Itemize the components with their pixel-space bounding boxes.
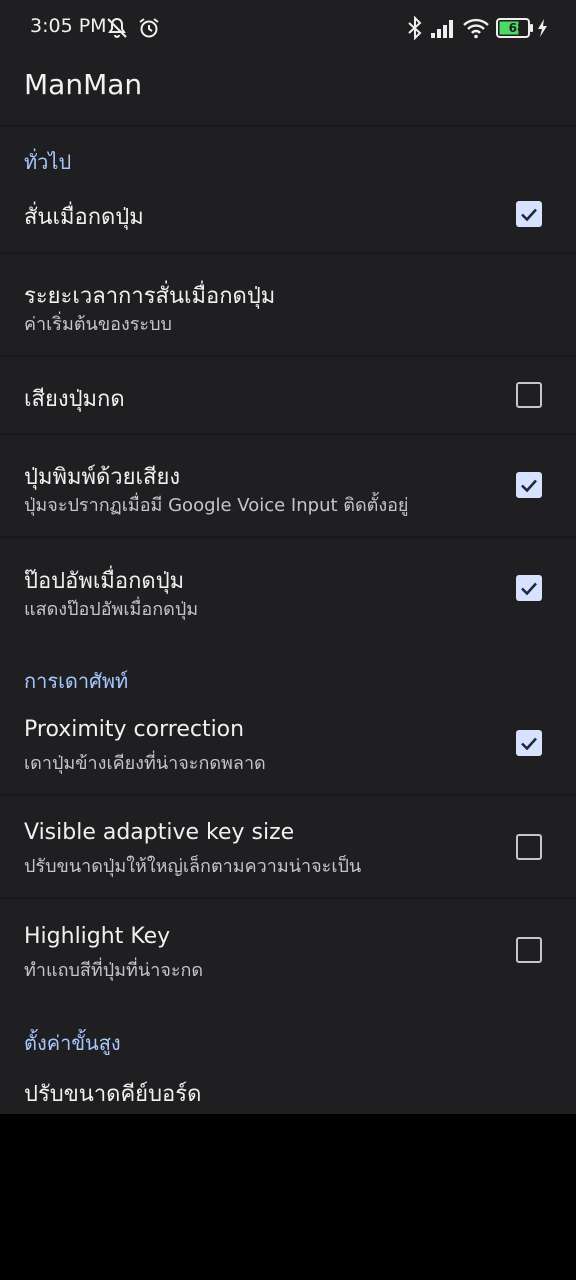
notifications-off-icon	[105, 16, 129, 44]
setting-vibrate-duration[interactable]: ระยะเวลาการสั่นเมื่อกดปุ่ม ค่าเริ่มต้นขอ…	[0, 254, 576, 355]
vibrate-checkbox[interactable]	[516, 201, 542, 227]
setting-title: Proximity correction	[24, 717, 245, 742]
setting-proximity-correction[interactable]: Proximity correction เดาปุ่มข้างเคียงที่…	[0, 692, 576, 794]
setting-key-sound[interactable]: เสียงปุ่มกด	[0, 357, 576, 433]
setting-vibrate[interactable]: สั่นเมื่อกดปุ่ม	[0, 184, 576, 252]
section-header-advanced: ตั้งค่าขั้นสูง	[24, 1031, 121, 1055]
app-bar: ManMan	[0, 56, 576, 126]
setting-highlight-key[interactable]: Highlight Key ทำแถบสีที่ปุ่มที่น่าจะกด	[0, 899, 576, 1001]
setting-summary: ปุ่มจะปรากฏเมื่อมี Google Voice Input ติ…	[24, 495, 409, 516]
setting-title: สั่นเมื่อกดปุ่ม	[24, 205, 144, 230]
setting-voice-key[interactable]: ปุ่มพิมพ์ด้วยเสียง ปุ่มจะปรากฏเมื่อมี Go…	[0, 435, 576, 536]
navigation-area	[0, 1114, 576, 1280]
setting-title: ระยะเวลาการสั่นเมื่อกดปุ่ม	[24, 284, 276, 309]
proximity-checkbox[interactable]	[516, 730, 542, 756]
setting-adaptive-key-size[interactable]: Visible adaptive key size ปรับขนาดปุ่มให…	[0, 796, 576, 897]
setting-title: ปรับขนาดคีย์บอร์ด	[24, 1082, 202, 1107]
setting-keyboard-size[interactable]: ปรับขนาดคีย์บอร์ด	[0, 1060, 576, 1114]
adaptive-size-checkbox[interactable]	[516, 834, 542, 860]
setting-title: Visible adaptive key size	[24, 820, 295, 845]
setting-summary: ทำแถบสีที่ปุ่มที่น่าจะกด	[24, 960, 204, 981]
status-bar: 3:05 PM 68	[0, 0, 576, 56]
setting-title: ปุ่มพิมพ์ด้วยเสียง	[24, 465, 181, 490]
key-sound-checkbox[interactable]	[516, 382, 542, 408]
highlight-checkbox[interactable]	[516, 937, 542, 963]
status-time: 3:05 PM	[30, 15, 107, 37]
setting-summary: ค่าเริ่มต้นของระบบ	[24, 314, 172, 335]
section-header-general: ทั่วไป	[24, 150, 72, 174]
setting-title: Highlight Key	[24, 924, 171, 949]
app-title: ManMan	[24, 68, 143, 101]
setting-popup[interactable]: ป๊อปอัพเมื่อกดปุ่ม แสดงป๊อปอัพเมื่อกดปุ่…	[0, 538, 576, 640]
bluetooth-icon	[404, 15, 426, 44]
battery-level: 68	[508, 21, 526, 35]
setting-summary: ปรับขนาดปุ่มให้ใหญ่เล็กตามความน่าจะเป็น	[24, 856, 362, 877]
charging-icon	[536, 18, 548, 42]
popup-checkbox[interactable]	[516, 575, 542, 601]
voice-key-checkbox[interactable]	[516, 472, 542, 498]
setting-summary: แสดงป๊อปอัพเมื่อกดปุ่ม	[24, 599, 199, 620]
signal-icon	[430, 16, 458, 44]
app-bar-divider	[0, 125, 576, 127]
setting-title: ป๊อปอัพเมื่อกดปุ่ม	[24, 569, 185, 594]
settings-screen: 3:05 PM 68 ManMan ทั่วไป สั่นเมื่อกดปุ่ม	[0, 0, 576, 1114]
setting-title: เสียงปุ่มกด	[24, 387, 125, 412]
alarm-icon	[137, 16, 161, 44]
setting-summary: เดาปุ่มข้างเคียงที่น่าจะกดพลาด	[24, 753, 266, 774]
wifi-icon	[462, 16, 490, 44]
